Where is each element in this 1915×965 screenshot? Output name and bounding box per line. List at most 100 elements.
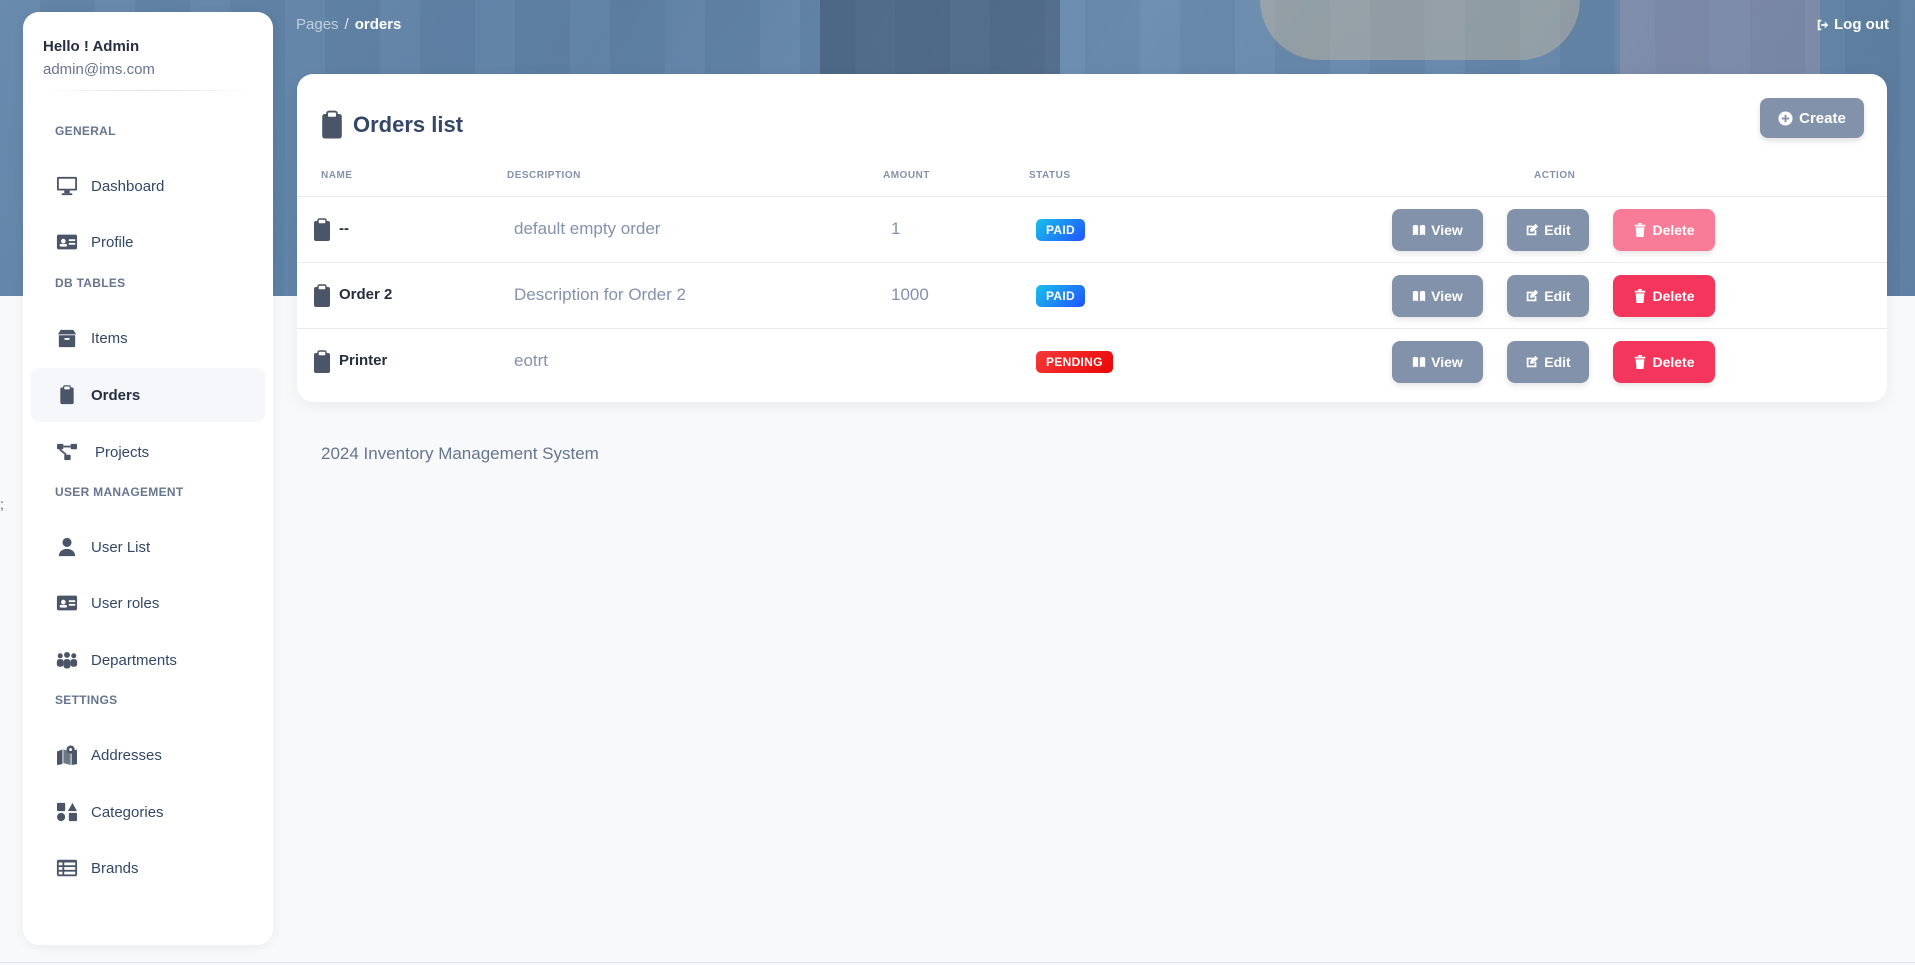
- sidebar-item-label: Dashboard: [91, 177, 165, 195]
- order-name: Order 2: [339, 286, 393, 303]
- edit-label: Edit: [1544, 354, 1571, 370]
- order-description: eotrt: [514, 351, 549, 370]
- order-name: Printer: [339, 352, 388, 369]
- desktop-icon: [55, 175, 79, 197]
- create-label: Create: [1799, 109, 1846, 127]
- column-header-amount: AMOUNT: [883, 170, 930, 181]
- status-badge: PENDING: [1036, 351, 1113, 373]
- sidebar-item-label: Projects: [95, 443, 150, 461]
- delete-label: Delete: [1652, 222, 1695, 238]
- sidebar-item-label: Addresses: [91, 746, 162, 764]
- trash-icon: [1635, 355, 1646, 369]
- sidebar-item-orders[interactable]: Orders: [31, 368, 265, 422]
- sidebar-divider: [39, 90, 257, 91]
- table-row: Printer eotrt PENDING View Edit Delete: [297, 328, 1887, 394]
- book-open-icon: [1413, 224, 1426, 236]
- sidebar-item-user-list[interactable]: User List: [31, 520, 265, 574]
- edit-icon: [1527, 289, 1539, 302]
- orders-card: Orders list Create NAME DESCRIPTION AMOU…: [297, 74, 1887, 402]
- banner-decoration: [820, 0, 1060, 80]
- logout-button[interactable]: Log out: [1816, 16, 1889, 33]
- breadcrumb-current: orders: [354, 16, 402, 33]
- user-icon: [55, 536, 79, 558]
- delete-label: Delete: [1652, 354, 1695, 370]
- order-amount: 1000: [891, 285, 929, 304]
- sidebar-item-label: Departments: [91, 651, 177, 669]
- id-card-icon: [55, 592, 79, 614]
- column-header-status: STATUS: [1029, 170, 1071, 181]
- delete-button[interactable]: Delete: [1613, 341, 1715, 383]
- sidebar-item-label: Items: [91, 329, 128, 347]
- sidebar-item-addresses[interactable]: Addresses: [31, 728, 265, 782]
- footer-text: 2024 Inventory Management System: [321, 444, 599, 463]
- column-header-action: ACTION: [1534, 170, 1576, 181]
- sidebar-item-label: Brands: [91, 859, 139, 877]
- people-group-icon: [55, 649, 79, 671]
- order-description: default empty order: [514, 219, 661, 238]
- sign-out-icon: [1817, 19, 1829, 30]
- section-db-tables: DB TABLES: [55, 276, 126, 290]
- delete-button[interactable]: Delete: [1613, 209, 1715, 251]
- user-email: admin@ims.com: [43, 61, 155, 78]
- map-location-icon: [55, 744, 79, 766]
- sidebar-item-departments[interactable]: Departments: [31, 633, 265, 687]
- column-header-description: DESCRIPTION: [507, 170, 581, 181]
- clipboard-icon: [322, 110, 342, 139]
- sidebar: Hello ! Admin admin@ims.com GENERAL Dash…: [23, 12, 273, 945]
- view-label: View: [1431, 354, 1463, 370]
- section-user-management: USER MANAGEMENT: [55, 485, 184, 499]
- edit-label: Edit: [1544, 222, 1571, 238]
- view-button[interactable]: View: [1392, 341, 1483, 383]
- clipboard-icon: [313, 350, 333, 374]
- clipboard-icon: [55, 384, 79, 406]
- view-button[interactable]: View: [1392, 275, 1483, 317]
- sidebar-item-profile[interactable]: Profile: [31, 215, 265, 269]
- order-description: Description for Order 2: [514, 285, 686, 304]
- sidebar-item-items[interactable]: Items: [31, 311, 265, 365]
- book-open-icon: [1413, 356, 1426, 368]
- sidebar-item-categories[interactable]: Categories: [31, 785, 265, 839]
- table-row: Order 2 Description for Order 2 1000 PAI…: [297, 262, 1887, 328]
- edge-glyph: ;: [0, 496, 4, 512]
- section-settings: SETTINGS: [55, 693, 118, 707]
- order-name: --: [339, 220, 349, 237]
- breadcrumb-pages[interactable]: Pages: [296, 16, 339, 33]
- delete-button[interactable]: Delete: [1613, 275, 1715, 317]
- card-title: Orders list: [321, 110, 463, 140]
- sidebar-item-label: Categories: [91, 803, 164, 821]
- table-row: -- default empty order 1 PAID View Edit …: [297, 196, 1887, 262]
- trash-icon: [1635, 223, 1646, 237]
- sidebar-item-label: Profile: [91, 233, 134, 251]
- sidebar-item-user-roles[interactable]: User roles: [31, 576, 265, 630]
- logout-label: Log out: [1834, 16, 1889, 33]
- view-label: View: [1431, 288, 1463, 304]
- edit-button[interactable]: Edit: [1507, 209, 1589, 251]
- sidebar-item-projects[interactable]: Projects: [31, 425, 265, 479]
- sidebar-item-label: User roles: [91, 594, 160, 612]
- delete-label: Delete: [1652, 288, 1695, 304]
- page-bottom-border: [0, 962, 1915, 963]
- clipboard-icon: [313, 284, 333, 308]
- greeting: Hello ! Admin: [43, 38, 140, 55]
- edit-button[interactable]: Edit: [1507, 275, 1589, 317]
- edit-button[interactable]: Edit: [1507, 341, 1589, 383]
- sidebar-item-label: User List: [91, 538, 151, 556]
- view-label: View: [1431, 222, 1463, 238]
- status-badge: PAID: [1036, 285, 1085, 307]
- id-card-icon: [55, 231, 79, 253]
- sidebar-user: Hello ! Admin admin@ims.com: [23, 12, 273, 78]
- order-amount: 1: [891, 219, 901, 238]
- view-button[interactable]: View: [1392, 209, 1483, 251]
- sidebar-item-dashboard[interactable]: Dashboard: [31, 159, 265, 213]
- page-title: Orders list: [353, 112, 464, 137]
- create-button[interactable]: Create: [1760, 98, 1864, 138]
- breadcrumb: Pages / orders: [296, 16, 401, 33]
- edit-icon: [1527, 355, 1539, 368]
- banner-decoration: [1620, 0, 1820, 75]
- clipboard-icon: [313, 218, 333, 242]
- shapes-icon: [55, 801, 79, 823]
- sidebar-item-brands[interactable]: Brands: [31, 841, 265, 895]
- column-header-name: NAME: [321, 170, 353, 181]
- breadcrumb-separator: /: [344, 16, 349, 33]
- plus-circle-icon: [1778, 110, 1793, 126]
